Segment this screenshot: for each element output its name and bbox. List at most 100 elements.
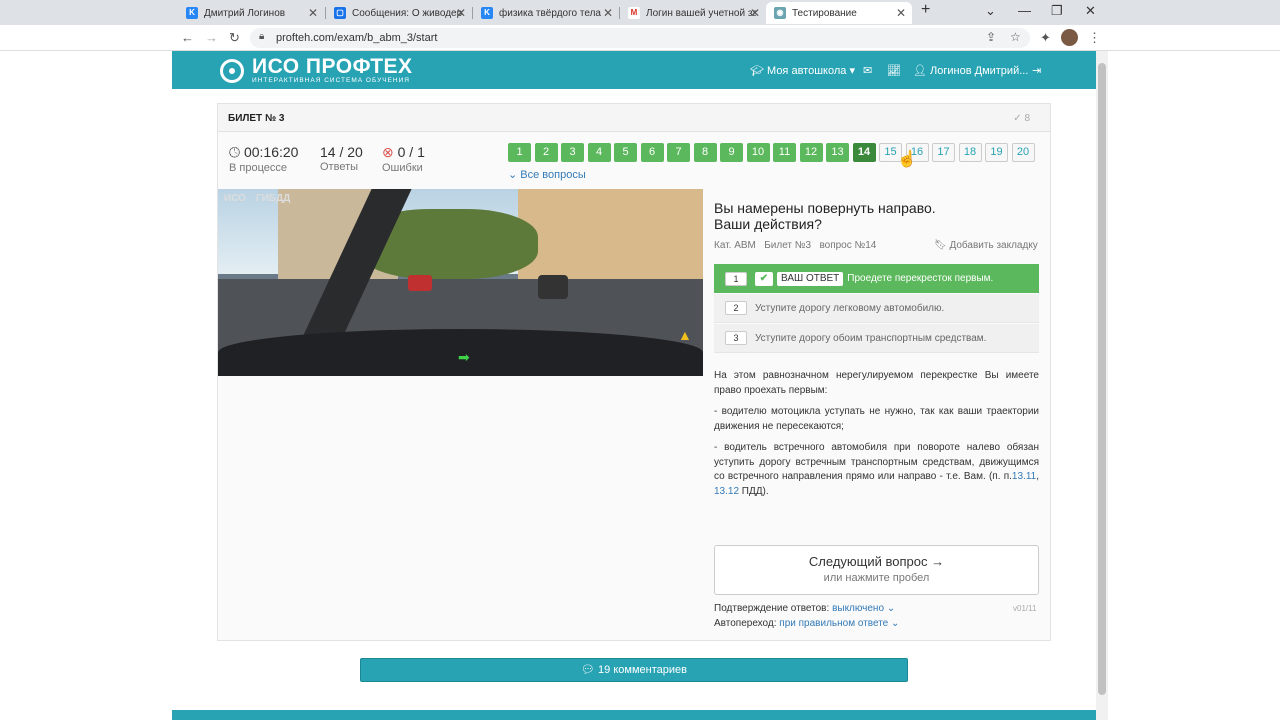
close-icon[interactable]: ✕ bbox=[308, 6, 318, 20]
menu-icon[interactable]: ⋮ bbox=[1088, 30, 1101, 46]
timer-value: 00:16:20 bbox=[243, 144, 299, 160]
star-icon[interactable]: ☆ bbox=[1010, 30, 1021, 44]
tab-5-active[interactable]: ◉ Тестирование ✕ bbox=[766, 2, 912, 24]
chevron-down-icon[interactable]: ⌄ bbox=[985, 3, 996, 19]
question-text: Вы намерены повернуть направо. Ваши дейс… bbox=[714, 200, 936, 232]
tab-3[interactable]: K физика твёрдого тела ✕ bbox=[473, 2, 619, 24]
question-number-button-19[interactable]: 19 bbox=[985, 143, 1008, 162]
check-icon: ✓ bbox=[1013, 113, 1025, 124]
warning-icon: ▲ bbox=[678, 327, 692, 343]
question-number-button-14[interactable]: 14 bbox=[852, 143, 876, 162]
back-icon[interactable]: ← bbox=[181, 30, 194, 45]
forward-icon[interactable]: → bbox=[205, 30, 218, 45]
share-icon[interactable]: ⇪ bbox=[986, 30, 996, 44]
confirm-setting-value: выключено bbox=[832, 603, 885, 614]
school-menu-label: Моя автошкола bbox=[767, 65, 847, 77]
chevron-down-icon: ⌄ bbox=[886, 603, 896, 614]
explanation-paragraph: На этом равнозначном нерегулируемом пере… bbox=[714, 370, 1039, 396]
logo-title: ИСО ПРОФТЕХ bbox=[252, 55, 413, 78]
tab-1[interactable]: K Дмитрий Логинов ✕ bbox=[178, 2, 324, 24]
turn-signal-icon: ➡ bbox=[458, 349, 470, 365]
question-number-button-18[interactable]: 18 bbox=[958, 143, 982, 162]
close-icon[interactable]: ✕ bbox=[750, 6, 760, 20]
question-number-button-5[interactable]: 5 bbox=[614, 143, 637, 162]
minimize-icon[interactable]: — bbox=[1018, 3, 1031, 18]
ticket-card: БИЛЕТ № 3 ✓ 8 🕓︎ 00:16:20 В процессе 14 … bbox=[217, 103, 1051, 641]
school-menu[interactable]: 🎓︎ Моя автошкола ▾ bbox=[750, 64, 855, 77]
question-navigator: 1 2 3 4 5 6 7 8 9 10 11 12 13 14 15 16 17 18 19 20 bbox=[508, 143, 1038, 162]
question-number-button-12[interactable]: 12 bbox=[799, 143, 823, 162]
close-icon[interactable]: ✕ bbox=[896, 6, 906, 20]
tab-2[interactable]: ▢ Сообщения: О живодерах ✕ bbox=[326, 2, 472, 24]
vk-icon: K bbox=[186, 7, 198, 19]
url-field[interactable]: 🔒︎ profteh.com/exam/b_abm_3/start ⇪ ☆ bbox=[250, 28, 1030, 48]
confirm-setting-dropdown[interactable]: выключено ⌄ bbox=[832, 603, 895, 614]
confirm-setting: Подтверждение ответов: выключено ⌄ bbox=[714, 603, 895, 614]
gmail-icon: M bbox=[628, 7, 640, 19]
comments-button[interactable]: 💬︎ 19 комментариев bbox=[360, 658, 908, 682]
question-number-button-13[interactable]: 13 bbox=[826, 143, 849, 162]
confirm-setting-label: Подтверждение ответов: bbox=[714, 603, 830, 614]
question-number-button-17[interactable]: 17 bbox=[932, 143, 955, 162]
image-watermark-iso: ИСО bbox=[224, 193, 246, 204]
logout-icon[interactable]: ⇥ bbox=[1032, 64, 1041, 77]
close-window-icon[interactable]: ✕ bbox=[1085, 3, 1096, 19]
mail-icon[interactable]: ✉ bbox=[863, 64, 872, 77]
auto-advance-dropdown[interactable]: при правильном ответе ⌄ bbox=[779, 618, 899, 629]
explanation-paragraph: - водитель встречного автомобиля при пов… bbox=[714, 441, 1039, 499]
logo-icon bbox=[220, 59, 244, 83]
question-number-button-9[interactable]: 9 bbox=[720, 143, 743, 162]
rule-link-13-11[interactable]: 13.11 bbox=[1012, 471, 1036, 482]
question-number-button-1[interactable]: 1 bbox=[508, 143, 531, 162]
extensions-icon[interactable]: ✦ bbox=[1040, 30, 1051, 46]
image-watermark-gibdd: ГИБДД bbox=[256, 193, 291, 204]
answer-text: Уступите дорогу обоим транспортным средс… bbox=[755, 332, 987, 344]
scrollbar-thumb[interactable] bbox=[1098, 63, 1106, 695]
rule-link-13-12[interactable]: 13.12 bbox=[714, 486, 739, 497]
answer-option-3[interactable]: 3 Уступите дорогу обоим транспортным сре… bbox=[714, 324, 1039, 353]
close-icon[interactable]: ✕ bbox=[603, 6, 613, 20]
comments-label: 19 комментариев bbox=[598, 664, 687, 676]
question-number-button-6[interactable]: 6 bbox=[640, 143, 664, 162]
address-bar: ← → ↻ 🔒︎ profteh.com/exam/b_abm_3/start … bbox=[0, 25, 1280, 51]
question-image: ➡ ▲ ИСО ГИБДД bbox=[218, 189, 703, 376]
close-icon[interactable]: ✕ bbox=[456, 6, 466, 20]
add-bookmark-button[interactable]: 🔖︎ Добавить закладку bbox=[934, 240, 1038, 251]
question-number-button-20[interactable]: 20 bbox=[1011, 143, 1035, 162]
stats-icon[interactable]: 📈︎ bbox=[887, 64, 901, 77]
answers-label: Ответы bbox=[320, 161, 359, 173]
ticket-header: БИЛЕТ № 3 ✓ 8 bbox=[218, 104, 1050, 132]
tab-4[interactable]: M Логин вашей учетной за ✕ bbox=[620, 2, 766, 24]
chevron-down-icon: ⌄ bbox=[891, 618, 900, 629]
question-meta: Кат. ABM Билет №3 вопрос №14 bbox=[714, 240, 876, 251]
mouse-cursor-icon: ☝ bbox=[897, 151, 917, 168]
question-number-button-4[interactable]: 4 bbox=[587, 143, 611, 162]
footer-band bbox=[172, 710, 1096, 720]
question-number-button-3[interactable]: 3 bbox=[561, 143, 584, 162]
restore-icon[interactable]: ❐ bbox=[1051, 3, 1063, 19]
question-number-button-8[interactable]: 8 bbox=[693, 143, 717, 162]
next-question-button[interactable]: Следующий вопрос → или нажмите пробел bbox=[714, 545, 1039, 595]
user-menu[interactable]: 👤︎ Логинов Дмитрий... bbox=[913, 64, 1028, 77]
answers-value: 14 / 20 bbox=[320, 144, 363, 160]
profile-avatar[interactable] bbox=[1061, 29, 1078, 46]
reload-icon[interactable]: ↻ bbox=[229, 30, 240, 46]
question-number-button-7[interactable]: 7 bbox=[667, 143, 690, 162]
check-count: ✓ 8 bbox=[1013, 113, 1030, 124]
question-number-button-2[interactable]: 2 bbox=[534, 143, 558, 162]
site-logo[interactable]: ИСО ПРОФТЕХ ИНТЕРАКТИВНАЯ СИСТЕМА ОБУЧЕН… bbox=[220, 55, 413, 85]
browser-tab-strip: K Дмитрий Логинов ✕ ▢ Сообщения: О живод… bbox=[0, 0, 1280, 25]
answer-option-2[interactable]: 2 Уступите дорогу легковому автомобилю. bbox=[714, 294, 1039, 323]
all-questions-toggle[interactable]: ⌄ Все вопросы bbox=[508, 168, 586, 181]
site: ИСО ПРОФТЕХ ИНТЕРАКТИВНАЯ СИСТЕМА ОБУЧЕН… bbox=[172, 51, 1096, 720]
tab-title: Тестирование bbox=[792, 7, 857, 19]
answer-number: 2 bbox=[725, 301, 747, 315]
tab-title: Сообщения: О живодерах bbox=[352, 7, 462, 19]
question-number-button-10[interactable]: 10 bbox=[746, 143, 770, 162]
answer-option-1[interactable]: 1 ✔ ВАШ ОТВЕТ Проедете перекресток первы… bbox=[714, 264, 1039, 293]
scrollbar[interactable] bbox=[1096, 51, 1108, 720]
question-number-button-11[interactable]: 11 bbox=[773, 143, 796, 162]
explanation-paragraph: - водителю мотоцикла уступать не нужно, … bbox=[714, 406, 1039, 432]
new-tab-icon[interactable]: + bbox=[921, 1, 930, 19]
site-header: ИСО ПРОФТЕХ ИНТЕРАКТИВНАЯ СИСТЕМА ОБУЧЕН… bbox=[172, 51, 1096, 89]
